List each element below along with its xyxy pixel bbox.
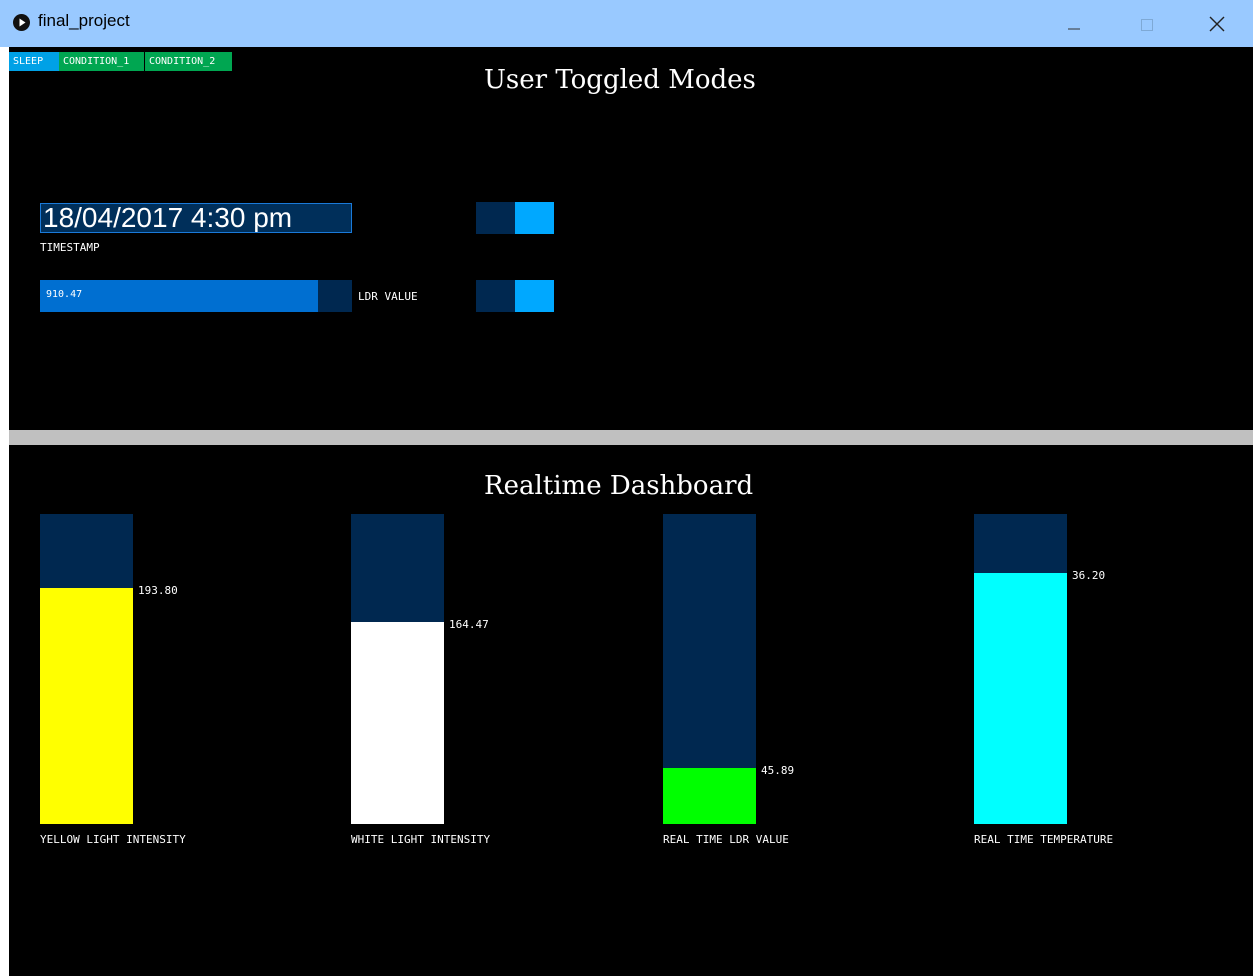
bar-track <box>663 514 756 824</box>
bar-fill <box>351 622 444 824</box>
bar-value-label: 45.89 <box>761 764 795 777</box>
bar-track <box>351 514 444 824</box>
bar-value-label: 164.47 <box>449 618 489 631</box>
ldr-value-slider[interactable]: 910.47 <box>40 280 352 312</box>
bar-value-label: 193.80 <box>138 584 178 597</box>
ldr-value-label: LDR VALUE <box>358 290 418 303</box>
sketch-canvas: SLEEP CONDITION_1 CONDITION_2 User Toggl… <box>9 47 1253 976</box>
dashboard-section-title: Realtime Dashboard <box>484 471 754 501</box>
maximize-icon[interactable] <box>1124 0 1170 47</box>
bar-track <box>40 514 133 824</box>
close-icon[interactable] <box>1194 0 1240 47</box>
minimize-icon[interactable] <box>1050 0 1096 47</box>
bar-value-label: 36.20 <box>1072 569 1106 582</box>
window-left-border <box>0 47 9 976</box>
bar-fill <box>974 573 1067 824</box>
bar-caption: REAL TIME LDR VALUE <box>663 833 789 846</box>
window-titlebar[interactable]: final_project <box>0 0 1253 47</box>
bar-caption: WHITE LIGHT INTENSITY <box>351 833 491 846</box>
window-title: final_project <box>38 11 130 30</box>
bar-fill <box>40 588 133 824</box>
bar-fill <box>663 768 756 824</box>
section-divider <box>9 430 1253 445</box>
tab-sleep[interactable]: SLEEP <box>9 52 59 71</box>
toggle-knob <box>515 202 554 234</box>
toggle-knob <box>515 280 554 312</box>
bar-caption: YELLOW LIGHT INTENSITY <box>40 833 186 846</box>
modes-section-title: User Toggled Modes <box>484 65 756 95</box>
timestamp-label: TIMESTAMP <box>40 241 100 254</box>
mode-toggle-2[interactable] <box>476 280 554 312</box>
tab-condition-1[interactable]: CONDITION_1 <box>59 52 144 71</box>
processing-app-icon <box>13 14 30 31</box>
bar-track <box>974 514 1067 824</box>
ldr-slider-value: 910.47 <box>46 289 83 300</box>
bar-caption: REAL TIME TEMPERATURE <box>974 833 1114 846</box>
mode-toggle-1[interactable] <box>476 202 554 234</box>
tab-condition-2[interactable]: CONDITION_2 <box>145 52 232 71</box>
timestamp-field[interactable]: 18/04/2017 4:30 pm <box>40 203 352 233</box>
